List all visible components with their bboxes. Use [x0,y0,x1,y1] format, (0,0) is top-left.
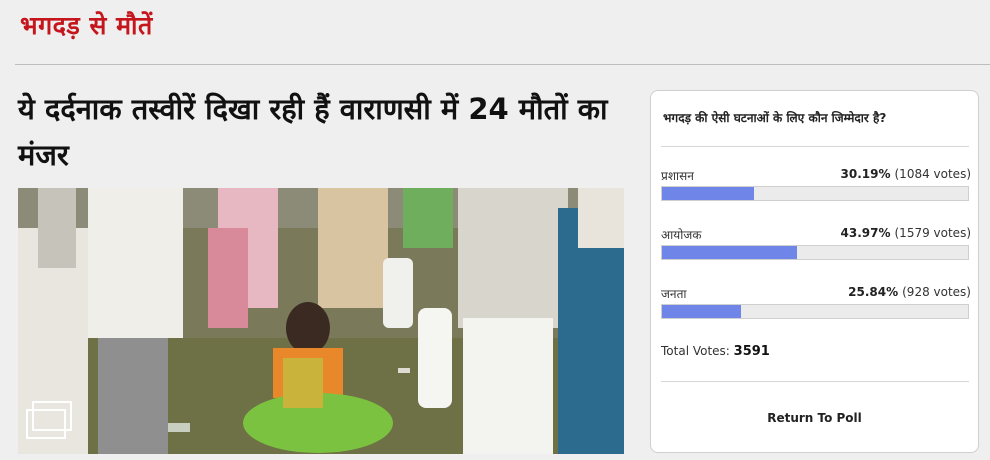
poll-question: भगदड़ की ऐसी घटनाओं के लिए कौन जिम्मेदार… [663,111,887,125]
poll-option-bar [661,304,969,319]
section-title[interactable]: भगदड़ से मौतें [20,8,153,42]
poll-option-percent: 25.84% [848,285,899,299]
poll-option-percent: 30.19% [840,167,891,181]
poll-option-result: 30.19% (1084 votes) [841,167,971,181]
poll-option-percent: 43.97% [840,226,891,240]
poll-option-bar [661,186,969,201]
gallery-icon[interactable] [26,401,72,439]
poll-divider [661,381,969,382]
poll-option-votes: (1084 votes) [894,167,972,181]
poll-option-bar-fill [662,305,742,318]
poll-total-value: 3591 [733,344,770,359]
poll-total-label: Total Votes: [661,344,730,358]
poll-option-label: आयोजक [661,228,702,242]
poll-widget: भगदड़ की ऐसी घटनाओं के लिए कौन जिम्मेदार… [650,90,979,453]
poll-option-bar-fill [662,246,797,259]
poll-divider [661,146,969,147]
poll-option-result: 43.97% (1579 votes) [841,226,971,240]
article-photo[interactable] [18,188,624,454]
poll-option-votes: (1579 votes) [894,226,972,240]
poll-total-votes: Total Votes: 3591 [661,344,770,359]
return-to-poll-link[interactable]: Return To Poll [651,411,978,425]
section-divider [15,64,990,65]
photo-illustration [18,188,624,454]
poll-option-label: प्रशासन [661,169,694,183]
poll-option-label: जनता [661,287,687,301]
poll-option-bar-fill [662,187,755,200]
poll-option-bar [661,245,969,260]
article-headline[interactable]: ये दर्दनाक तस्वीरें दिखा रही हैं वाराणसी… [18,86,618,178]
poll-option-result: 25.84% (928 votes) [848,285,971,299]
poll-option-votes: (928 votes) [902,285,971,299]
